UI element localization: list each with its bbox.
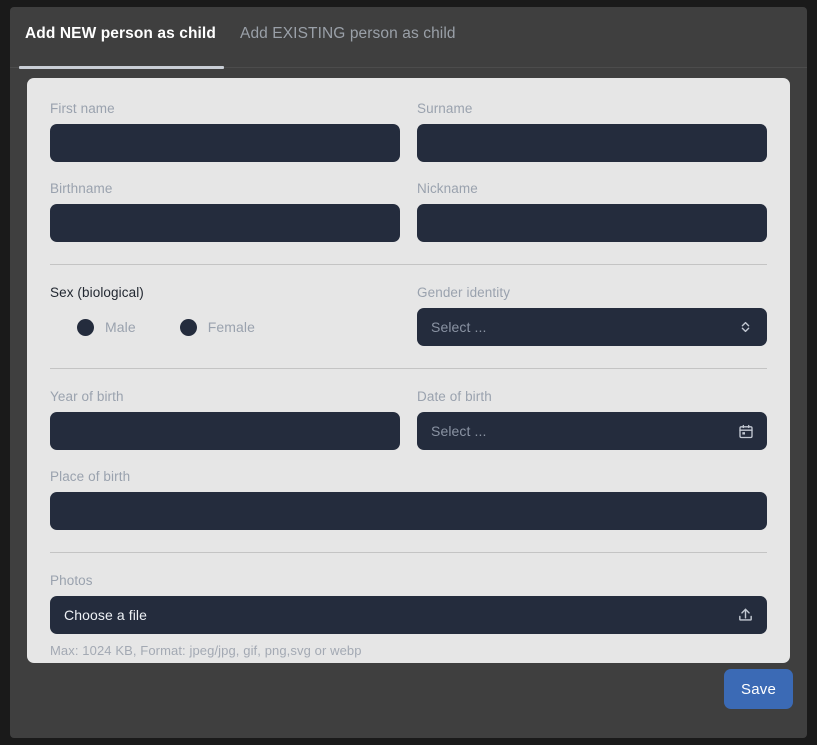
gender-identity-select[interactable]: Select ... bbox=[417, 308, 767, 346]
radio-option-male[interactable]: Male bbox=[77, 318, 136, 336]
date-of-birth-label: Date of birth bbox=[417, 389, 492, 404]
photos-file-value[interactable]: Choose a file bbox=[50, 596, 767, 634]
date-of-birth-picker[interactable]: Select ... bbox=[417, 412, 767, 450]
date-of-birth-value[interactable]: Select ... bbox=[417, 412, 767, 450]
nickname-label: Nickname bbox=[417, 181, 478, 196]
row-sex-gender: Sex (biological) Male Female Gender iden… bbox=[50, 284, 767, 346]
surname-label: Surname bbox=[417, 101, 473, 116]
gender-identity-value[interactable]: Select ... bbox=[417, 308, 767, 346]
photos-helper-text: Max: 1024 KB, Format: jpeg/jpg, gif, png… bbox=[50, 643, 362, 658]
photos-file-picker[interactable]: Choose a file bbox=[50, 596, 767, 634]
tab-add-new-person[interactable]: Add NEW person as child bbox=[25, 24, 216, 44]
tab-bar: Add NEW person as child Add EXISTING per… bbox=[10, 7, 807, 69]
radio-female-icon[interactable] bbox=[179, 318, 197, 336]
gender-identity-label: Gender identity bbox=[417, 285, 511, 300]
field-first-name: First name bbox=[50, 100, 400, 162]
radio-male-icon[interactable] bbox=[77, 318, 94, 336]
divider-3 bbox=[50, 552, 767, 553]
place-of-birth-label: Place of birth bbox=[50, 469, 131, 484]
field-sex: Sex (biological) Male Female bbox=[50, 284, 400, 346]
field-gender-identity: Gender identity Select ... bbox=[417, 284, 767, 346]
dialog-panel: Add NEW person as child Add EXISTING per… bbox=[10, 7, 807, 738]
sex-radio-group: Male Female bbox=[50, 308, 400, 346]
radio-female-label: Female bbox=[207, 319, 256, 335]
divider-2 bbox=[50, 368, 767, 369]
year-of-birth-label: Year of birth bbox=[50, 389, 124, 404]
save-button[interactable]: Save bbox=[724, 669, 793, 709]
nickname-input[interactable] bbox=[417, 204, 767, 242]
row-names: First name Surname bbox=[50, 100, 767, 162]
active-tab-indicator bbox=[19, 66, 224, 69]
form-card: First name Surname Birthname Nickname Se… bbox=[27, 78, 790, 663]
birthname-input[interactable] bbox=[50, 204, 400, 242]
sex-label: Sex (biological) bbox=[50, 285, 144, 300]
tab-add-existing-person[interactable]: Add EXISTING person as child bbox=[240, 24, 456, 44]
field-birthname: Birthname bbox=[50, 180, 400, 242]
place-of-birth-input[interactable] bbox=[50, 492, 767, 530]
row-birth: Year of birth Date of birth Select ... bbox=[50, 388, 767, 450]
year-of-birth-input[interactable] bbox=[50, 412, 400, 450]
birthname-label: Birthname bbox=[50, 181, 113, 196]
photos-label: Photos bbox=[50, 573, 93, 588]
dialog-footer: Save bbox=[10, 663, 807, 738]
row-alt-names: Birthname Nickname bbox=[50, 180, 767, 242]
field-place-of-birth: Place of birth bbox=[50, 468, 767, 530]
first-name-label: First name bbox=[50, 101, 115, 116]
radio-option-female[interactable]: Female bbox=[179, 318, 256, 336]
field-surname: Surname bbox=[417, 100, 767, 162]
first-name-input[interactable] bbox=[50, 124, 400, 162]
field-date-of-birth: Date of birth Select ... bbox=[417, 388, 767, 450]
field-photos: Photos Choose a file Max: 1024 KB, Forma… bbox=[50, 572, 767, 658]
surname-input[interactable] bbox=[417, 124, 767, 162]
divider-1 bbox=[50, 264, 767, 265]
field-nickname: Nickname bbox=[417, 180, 767, 242]
field-year-of-birth: Year of birth bbox=[50, 388, 400, 450]
radio-male-label: Male bbox=[105, 319, 136, 335]
